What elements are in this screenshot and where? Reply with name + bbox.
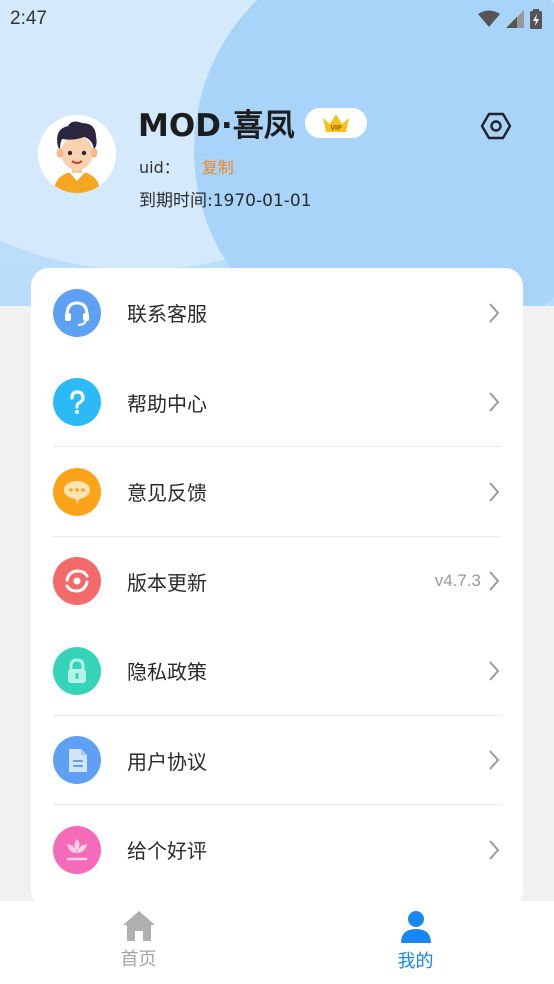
menu-label: 给个好评 <box>127 839 207 864</box>
crown-icon: VIP <box>322 113 349 132</box>
vip-badge: VIP <box>304 107 367 138</box>
menu-item-help-center[interactable]: 帮助中心 <box>31 358 523 447</box>
menu-label: 隐私政策 <box>127 660 207 685</box>
svg-text:VIP: VIP <box>330 125 342 132</box>
battery-icon <box>530 9 542 29</box>
bottom-nav: 首页 我的 <box>0 901 554 984</box>
uid-label: uid： <box>139 158 180 177</box>
status-bar: 2:47 <box>0 0 554 38</box>
flower-icon <box>53 825 101 874</box>
menu-label: 意见反馈 <box>127 481 207 506</box>
user-icon <box>400 911 431 943</box>
menu-item-rate-us[interactable]: 给个好评 <box>31 805 523 895</box>
nav-tab-home[interactable]: 首页 <box>0 901 277 984</box>
settings-button[interactable] <box>480 110 512 142</box>
headset-icon <box>53 288 101 337</box>
chevron-right-icon <box>489 571 500 591</box>
menu-card: 联系客服 帮助中心 意见反馈 版本更新 v4.7.3 隐私政策 用户协议 给个好… <box>31 268 523 908</box>
question-icon <box>53 378 101 427</box>
chevron-right-icon <box>489 392 500 412</box>
nav-label-home: 首页 <box>120 949 157 970</box>
copy-button[interactable]: 复制 <box>202 154 234 178</box>
profile-name: MOD·喜凤 <box>138 108 295 144</box>
menu-label: 版本更新 <box>127 570 207 595</box>
menu-item-user-agreement[interactable]: 用户协议 <box>31 716 523 805</box>
menu-item-version-update[interactable]: 版本更新 v4.7.3 <box>31 537 523 627</box>
chevron-right-icon <box>489 303 500 323</box>
chevron-right-icon <box>489 840 500 860</box>
signal-icon <box>506 10 524 28</box>
chevron-right-icon <box>489 482 500 502</box>
avatar[interactable] <box>38 115 116 193</box>
document-icon <box>53 736 101 785</box>
menu-label: 联系客服 <box>127 302 207 327</box>
chat-bubble-icon <box>53 467 101 516</box>
wifi-icon <box>478 10 500 27</box>
menu-item-feedback[interactable]: 意见反馈 <box>31 447 523 537</box>
chevron-right-icon <box>489 661 500 681</box>
uid-row: uid： 复制 <box>139 154 234 178</box>
lock-icon <box>53 646 101 695</box>
nav-tab-mine[interactable]: 我的 <box>277 901 554 984</box>
nav-label-mine: 我的 <box>397 951 434 972</box>
menu-item-privacy-policy[interactable]: 隐私政策 <box>31 626 523 716</box>
menu-label: 帮助中心 <box>127 391 207 416</box>
version-label: v4.7.3 <box>434 571 481 591</box>
chevron-right-icon <box>489 750 500 770</box>
profile-name-row: MOD·喜凤 VIP <box>138 100 367 145</box>
menu-item-contact-support[interactable]: 联系客服 <box>31 268 523 358</box>
refresh-icon <box>53 557 101 606</box>
status-time: 2:47 <box>10 8 47 29</box>
menu-label: 用户协议 <box>127 749 207 774</box>
hexagon-settings-icon <box>480 112 512 140</box>
expire-date: 到期时间:1970-01-01 <box>139 191 312 211</box>
home-icon <box>122 911 155 941</box>
